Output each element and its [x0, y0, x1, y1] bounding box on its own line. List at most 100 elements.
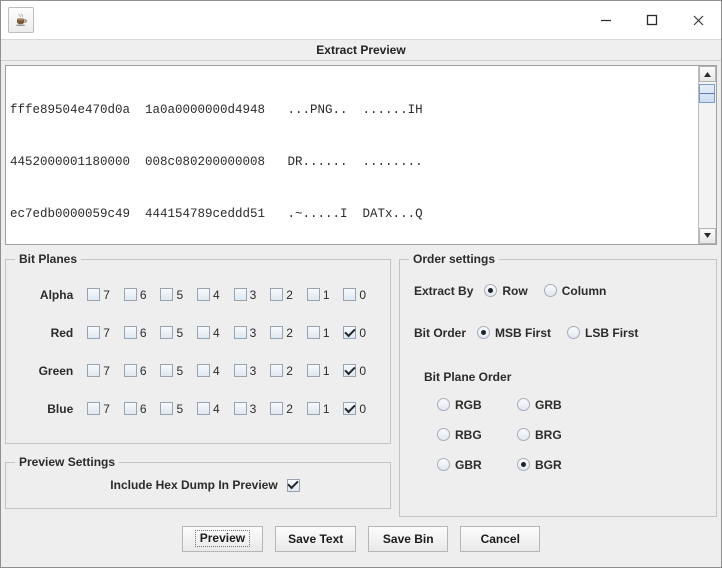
checkbox[interactable]: [123, 402, 137, 416]
bitplane-red-3[interactable]: 3: [233, 326, 271, 340]
preview-button[interactable]: Preview: [181, 525, 264, 552]
bitplane-red-7[interactable]: 7: [87, 326, 124, 340]
extract-by-column-option[interactable]: Column: [543, 284, 606, 298]
bitplane-alpha-6[interactable]: 6: [123, 288, 161, 302]
vertical-scrollbar[interactable]: [698, 66, 716, 244]
bit-plane-order-grb[interactable]: GRB: [517, 398, 581, 412]
checkbox[interactable]: [306, 364, 320, 378]
minimize-icon[interactable]: [583, 1, 629, 39]
bitplane-alpha-0[interactable]: 0: [343, 288, 380, 302]
bit-plane-label: Red: [50, 325, 74, 340]
bitplane-blue-5[interactable]: 5: [160, 402, 197, 416]
bitplane-blue-6[interactable]: 6: [123, 402, 161, 416]
checkbox[interactable]: [233, 402, 247, 416]
bitplane-red-1[interactable]: 1: [306, 326, 344, 340]
checkbox[interactable]: [123, 326, 137, 340]
bitplane-red-2[interactable]: 2: [270, 326, 307, 340]
bitplane-green-1[interactable]: 1: [306, 364, 344, 378]
maximize-icon[interactable]: [629, 1, 675, 39]
checkbox[interactable]: [123, 364, 137, 378]
radio[interactable]: [437, 398, 450, 412]
bitplane-blue-0[interactable]: 0: [343, 402, 380, 416]
checkbox[interactable]: [160, 402, 174, 416]
bitplane-red-5[interactable]: 5: [160, 326, 197, 340]
hex-dump-textarea[interactable]: fffe89504e470d0a 1a0a0000000d4948 ...PNG…: [6, 66, 698, 244]
radio[interactable]: [437, 428, 450, 442]
bitplane-blue-1[interactable]: 1: [306, 402, 344, 416]
bit-plane-order-brg[interactable]: BRG: [517, 428, 581, 442]
radio[interactable]: [517, 398, 530, 412]
bitplane-blue-2[interactable]: 2: [270, 402, 307, 416]
bitplane-green-7[interactable]: 7: [87, 364, 124, 378]
checkbox[interactable]: [306, 326, 320, 340]
include-hex-dump-row[interactable]: Include Hex Dump In Preview: [6, 463, 390, 508]
extract-by-row-option[interactable]: Row: [484, 284, 528, 298]
checkbox[interactable]: [160, 288, 174, 302]
bitplane-green-4[interactable]: 4: [197, 364, 234, 378]
bitplane-green-6[interactable]: 6: [123, 364, 161, 378]
checkbox[interactable]: [306, 402, 320, 416]
bitplane-green-0[interactable]: 0: [343, 364, 380, 378]
bit-plane-order-bgr[interactable]: BGR: [517, 458, 581, 472]
save-bin-button[interactable]: Save Bin: [368, 525, 449, 552]
checkbox[interactable]: [160, 326, 174, 340]
radio[interactable]: [437, 458, 450, 472]
bitplane-alpha-7[interactable]: 7: [87, 288, 124, 302]
bitplane-blue-7[interactable]: 7: [87, 402, 124, 416]
checkbox[interactable]: [160, 364, 174, 378]
checkbox[interactable]: [306, 288, 320, 302]
bit-plane-order-rbg[interactable]: RBG: [437, 428, 501, 442]
scrollbar-thumb[interactable]: [699, 84, 715, 103]
checkbox[interactable]: [87, 288, 101, 302]
checkbox[interactable]: [233, 364, 247, 378]
checkbox[interactable]: [233, 288, 247, 302]
bit-plane-order-rgb[interactable]: RGB: [437, 398, 501, 412]
bitplane-alpha-5[interactable]: 5: [160, 288, 197, 302]
bitplane-red-0[interactable]: 0: [343, 326, 380, 340]
bitplane-red-6[interactable]: 6: [123, 326, 161, 340]
radio[interactable]: [517, 458, 530, 472]
scroll-up-icon[interactable]: [699, 66, 716, 82]
checkbox[interactable]: [87, 402, 101, 416]
bitplane-blue-4[interactable]: 4: [197, 402, 234, 416]
radio[interactable]: [543, 284, 557, 298]
close-icon[interactable]: [675, 1, 721, 39]
bit-plane-order-gbr[interactable]: GBR: [437, 458, 501, 472]
radio[interactable]: [477, 326, 491, 340]
radio[interactable]: [567, 326, 581, 340]
bit-order-lsb-option[interactable]: LSB First: [567, 326, 638, 340]
bit-order-msb-option[interactable]: MSB First: [477, 326, 551, 340]
checkbox[interactable]: [87, 364, 101, 378]
checkbox[interactable]: [197, 402, 211, 416]
scroll-down-icon[interactable]: [699, 227, 716, 244]
bitplane-red-4[interactable]: 4: [197, 326, 234, 340]
checkbox[interactable]: [343, 326, 357, 340]
radio[interactable]: [517, 428, 530, 442]
checkbox[interactable]: [197, 326, 211, 340]
checkbox[interactable]: [270, 326, 284, 340]
checkbox[interactable]: [233, 326, 247, 340]
checkbox[interactable]: [197, 288, 211, 302]
bitplane-green-5[interactable]: 5: [160, 364, 197, 378]
checkbox[interactable]: [197, 364, 211, 378]
bitplane-blue-3[interactable]: 3: [233, 402, 271, 416]
checkbox[interactable]: [343, 402, 357, 416]
checkbox[interactable]: [343, 288, 357, 302]
checkbox[interactable]: [343, 364, 357, 378]
cancel-button[interactable]: Cancel: [460, 525, 541, 552]
checkbox[interactable]: [270, 402, 284, 416]
bitplane-green-2[interactable]: 2: [270, 364, 307, 378]
include-hex-dump-checkbox[interactable]: [286, 478, 300, 492]
save-text-button[interactable]: Save Text: [275, 525, 357, 552]
checkbox[interactable]: [270, 288, 284, 302]
bitplane-alpha-2[interactable]: 2: [270, 288, 307, 302]
checkbox[interactable]: [87, 326, 101, 340]
scrollbar-track[interactable]: [699, 82, 716, 228]
checkbox[interactable]: [270, 364, 284, 378]
bitplane-alpha-3[interactable]: 3: [233, 288, 271, 302]
radio[interactable]: [484, 284, 498, 298]
checkbox[interactable]: [123, 288, 137, 302]
bitplane-alpha-1[interactable]: 1: [306, 288, 344, 302]
bitplane-alpha-4[interactable]: 4: [197, 288, 234, 302]
bitplane-green-3[interactable]: 3: [233, 364, 271, 378]
